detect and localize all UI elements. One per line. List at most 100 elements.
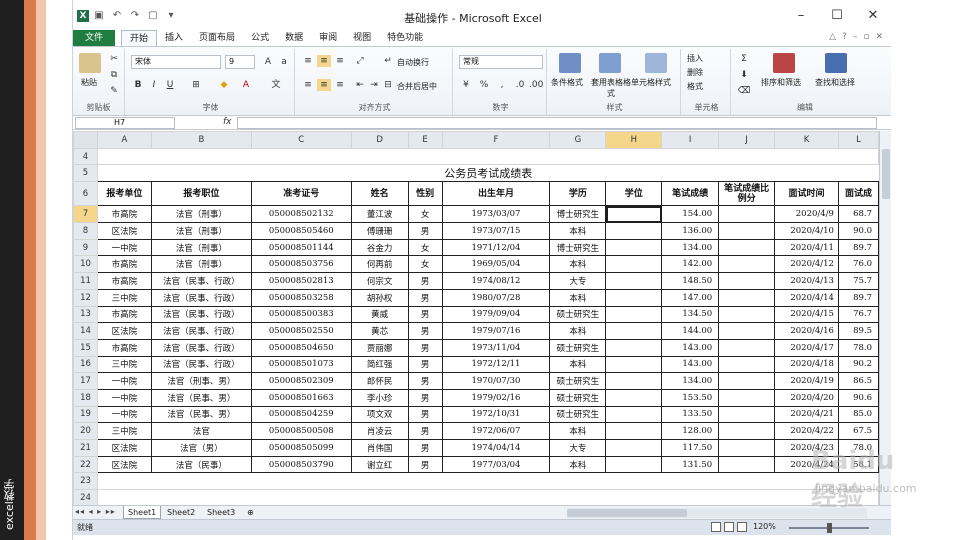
table-cell[interactable]: 86.5 xyxy=(837,372,879,390)
table-cell[interactable]: 法官（刑事） xyxy=(150,255,252,274)
new-file-icon[interactable]: ▢ xyxy=(147,10,159,22)
table-cell[interactable]: 1980/07/28 xyxy=(441,288,551,307)
table-cell[interactable]: 2020/4/12 xyxy=(774,255,839,274)
comma-icon[interactable]: , xyxy=(495,79,509,91)
table-cell[interactable] xyxy=(718,372,775,390)
row-header[interactable]: 16 xyxy=(73,355,98,374)
doc-restore-icon[interactable]: ▫ xyxy=(863,32,869,42)
align-middle-icon[interactable]: ≡ xyxy=(317,55,331,67)
shrink-font-icon[interactable]: a xyxy=(277,56,291,68)
paste-button[interactable]: 粘贴 xyxy=(81,77,97,88)
clear-icon[interactable]: ⌫ xyxy=(737,85,751,97)
row-header[interactable]: 6 xyxy=(73,181,98,207)
wrap-text-button[interactable]: 自动换行 xyxy=(397,57,429,68)
row-header[interactable]: 21 xyxy=(73,439,98,457)
table-cell[interactable] xyxy=(718,222,775,240)
table-cell[interactable] xyxy=(605,439,663,457)
table-cell[interactable] xyxy=(718,238,775,257)
table-cell[interactable] xyxy=(718,388,775,407)
sort-filter-button[interactable]: 排序和筛选 xyxy=(761,77,801,88)
merge-center-icon[interactable]: ⊟ xyxy=(381,79,395,91)
column-title-cell[interactable]: 面试成 xyxy=(837,181,879,207)
table-cell[interactable]: 134.50 xyxy=(661,305,720,324)
row-header[interactable]: 15 xyxy=(73,338,98,357)
table-cell[interactable]: 男 xyxy=(407,439,443,457)
table-cell[interactable]: 肖凌云 xyxy=(350,422,409,440)
column-title-cell[interactable]: 学位 xyxy=(605,181,663,207)
maximize-button[interactable]: ☐ xyxy=(819,6,855,26)
decrease-indent-icon[interactable]: ⇤ xyxy=(353,79,367,91)
tab-formulas[interactable]: 公式 xyxy=(243,30,277,46)
undo-icon[interactable]: ↶ xyxy=(111,10,123,22)
table-cell[interactable]: 郎怀民 xyxy=(350,372,409,390)
table-cell[interactable] xyxy=(718,255,775,274)
table-cell[interactable]: 简红强 xyxy=(350,355,409,374)
table-cell[interactable]: 女 xyxy=(407,205,443,224)
table-cell[interactable]: 1977/03/04 xyxy=(441,455,551,474)
table-cell[interactable]: 76.7 xyxy=(837,305,879,324)
table-cell[interactable]: 胡孙权 xyxy=(350,288,409,307)
table-cell[interactable]: 1969/05/04 xyxy=(441,255,551,274)
table-cell[interactable]: 1972/10/31 xyxy=(441,405,551,424)
conditional-format-icon[interactable] xyxy=(559,53,581,73)
delete-cells-button[interactable]: 删除 xyxy=(687,67,703,78)
column-header[interactable]: L xyxy=(837,131,879,149)
tab-insert[interactable]: 插入 xyxy=(157,30,191,46)
table-cell[interactable]: 法官（民事、行政） xyxy=(150,305,252,324)
table-cell[interactable]: 90.2 xyxy=(837,355,879,374)
table-cell[interactable]: 硕士研究生 xyxy=(549,372,607,390)
table-cell[interactable]: 1979/09/04 xyxy=(441,305,551,324)
row-header[interactable]: 19 xyxy=(73,405,98,424)
table-cell[interactable]: 050008505460 xyxy=(250,222,352,240)
column-header[interactable]: H xyxy=(605,131,663,149)
table-cell[interactable]: 1970/07/30 xyxy=(441,372,551,390)
merge-center-button[interactable]: 合并后居中 xyxy=(397,81,437,92)
italic-icon[interactable]: I xyxy=(147,79,161,91)
table-cell[interactable]: 法官（民事、行政） xyxy=(150,322,252,340)
format-as-table-button[interactable]: 套用表格格式 xyxy=(589,77,633,99)
row-header[interactable]: 24 xyxy=(73,489,98,505)
column-header[interactable]: C xyxy=(250,131,352,149)
table-cell[interactable] xyxy=(718,439,775,457)
table-cell[interactable]: 142.00 xyxy=(661,255,720,274)
table-cell[interactable]: 89.5 xyxy=(837,322,879,340)
row-header[interactable]: 12 xyxy=(73,288,98,307)
increase-decimal-icon[interactable]: .0 xyxy=(513,79,527,91)
column-header[interactable]: I xyxy=(661,131,720,149)
column-title-cell[interactable]: 姓名 xyxy=(350,181,409,207)
sheet-tab-3[interactable]: Sheet3 xyxy=(203,506,239,519)
table-cell[interactable]: 法官（刑事、男） xyxy=(150,372,252,390)
table-cell[interactable]: 2020/4/17 xyxy=(774,338,839,357)
table-cell[interactable]: 男 xyxy=(407,355,443,374)
table-cell[interactable]: 男 xyxy=(407,388,443,407)
table-cell[interactable]: 大专 xyxy=(549,272,607,290)
table-cell[interactable]: 区法院 xyxy=(96,455,152,474)
row-header[interactable]: 11 xyxy=(73,272,98,290)
table-cell[interactable]: 1979/02/16 xyxy=(441,388,551,407)
tab-view[interactable]: 视图 xyxy=(345,30,379,46)
conditional-format-button[interactable]: 条件格式 xyxy=(551,77,583,88)
table-cell[interactable]: 128.00 xyxy=(661,422,720,440)
bold-icon[interactable]: B xyxy=(131,79,145,91)
minimize-button[interactable]: – xyxy=(783,6,819,26)
column-header[interactable]: D xyxy=(350,131,409,149)
tab-review[interactable]: 审阅 xyxy=(311,30,345,46)
row-header[interactable]: 14 xyxy=(73,322,98,340)
table-cell[interactable]: 法官 xyxy=(150,422,252,440)
table-cell[interactable]: 134.00 xyxy=(661,238,720,257)
table-cell[interactable]: 男 xyxy=(407,288,443,307)
column-header[interactable]: A xyxy=(96,131,152,149)
table-cell[interactable]: 傅珊珊 xyxy=(350,222,409,240)
table-cell[interactable]: 男 xyxy=(407,222,443,240)
table-cell[interactable]: 一中院 xyxy=(96,372,152,390)
table-cell[interactable]: 法官（民事、行政） xyxy=(150,338,252,357)
font-color-icon[interactable]: A xyxy=(239,79,253,91)
insert-cells-button[interactable]: 插入 xyxy=(687,53,703,64)
row-header[interactable]: 9 xyxy=(73,238,98,257)
table-cell[interactable]: 法官（民事、行政） xyxy=(150,355,252,374)
column-title-cell[interactable]: 出生年月 xyxy=(441,181,551,207)
column-title-cell[interactable]: 准考证号 xyxy=(250,181,352,207)
sort-filter-icon[interactable] xyxy=(773,53,795,73)
table-cell[interactable]: 博士研究生 xyxy=(549,205,607,224)
table-cell[interactable]: 区法院 xyxy=(96,222,152,240)
